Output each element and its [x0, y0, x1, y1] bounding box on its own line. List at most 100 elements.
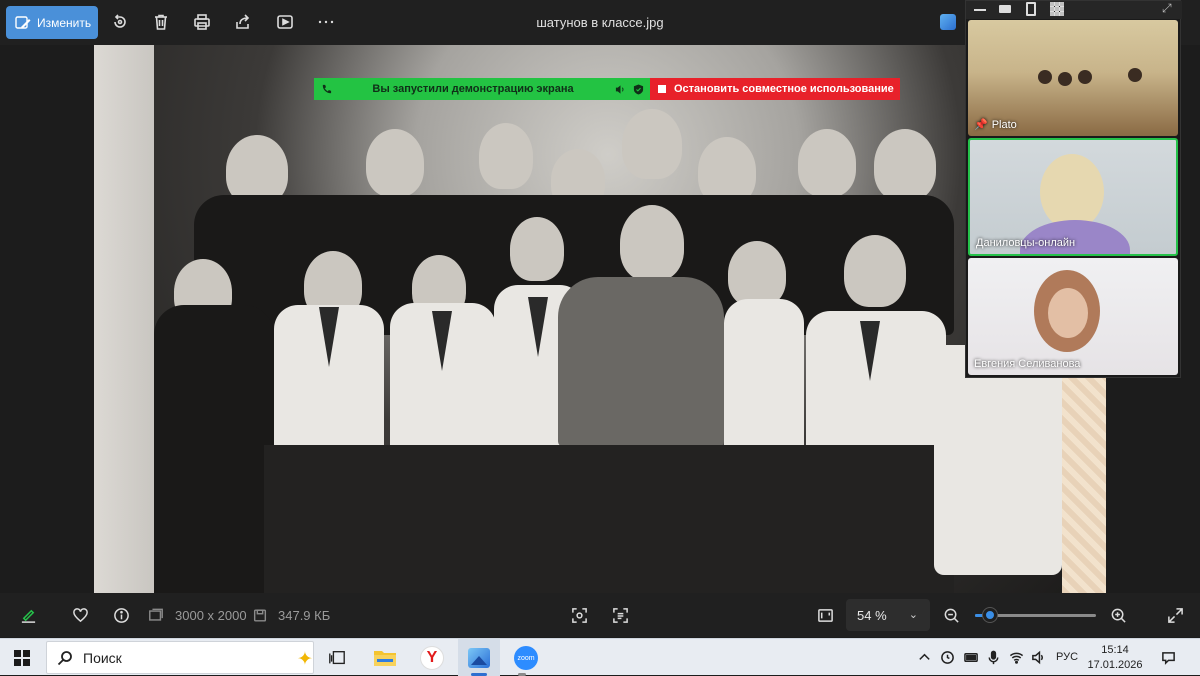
windows-start-icon[interactable]: [14, 650, 30, 666]
zoom-panel-toolbar: ⤢: [966, 1, 1182, 19]
participant-name-danilovtsy: Даниловцы-онлайн: [976, 237, 1076, 249]
photos-taskbar-icon[interactable]: [464, 643, 494, 673]
photo-content: [154, 45, 1062, 593]
speaker-view-icon[interactable]: [1026, 2, 1036, 16]
phone-icon: [320, 83, 332, 95]
visual-search-icon[interactable]: [569, 605, 589, 625]
photos-app-icon[interactable]: [940, 14, 956, 30]
screen-share-banner: Вы запустили демонстрацию экрана Останов…: [314, 78, 900, 100]
participant-figure: [1128, 68, 1142, 82]
text-recognition-icon[interactable]: [610, 605, 630, 625]
participant-name-evgenia: Евгения Селиванова: [974, 358, 1081, 370]
student-figure: [844, 235, 906, 307]
student-figure: [798, 129, 856, 197]
clock-date: 17.01.2026: [1087, 659, 1143, 671]
student-figure: [366, 129, 424, 197]
zoom-slider[interactable]: [975, 608, 1096, 622]
participant-tile[interactable]: 📌 Plato: [968, 20, 1178, 136]
pioneer-tie: [860, 321, 880, 381]
gallery-view-icon[interactable]: [1050, 2, 1064, 16]
zoom-out-icon[interactable]: [941, 605, 961, 625]
teacher-figure: [620, 205, 684, 281]
battery-icon[interactable]: [963, 649, 979, 665]
zoom-app-label: zoom: [514, 646, 538, 670]
share-icon[interactable]: [233, 12, 253, 32]
participant-name-plato: 📌 Plato: [974, 118, 1017, 132]
clock-time: 15:14: [1101, 644, 1129, 656]
shirt: [724, 299, 804, 469]
zoom-taskbar-icon[interactable]: zoom: [511, 643, 541, 673]
student-dark-uniform: [154, 305, 274, 593]
taskbar-search-box[interactable]: Поиск ✦: [46, 641, 314, 674]
participant-tile-active[interactable]: Даниловцы-онлайн: [968, 138, 1178, 256]
participant-face: [1048, 288, 1088, 338]
delete-icon[interactable]: [151, 12, 171, 32]
info-icon[interactable]: [111, 605, 131, 625]
minimize-icon[interactable]: [974, 9, 986, 11]
pioneer-tie: [528, 297, 548, 357]
input-language[interactable]: РУС: [1056, 651, 1078, 663]
fullscreen-icon[interactable]: [1165, 605, 1185, 625]
file-size-icon: [252, 605, 268, 625]
edit-button-label: Изменить: [37, 15, 92, 30]
edit-pen-icon[interactable]: [18, 605, 38, 625]
side-figure: [934, 345, 1062, 575]
sharing-status[interactable]: Вы запустили демонстрацию экрана: [314, 78, 650, 100]
participant-tile[interactable]: Евгения Селиванова: [968, 258, 1178, 375]
fit-to-window-icon[interactable]: [815, 605, 835, 625]
participant-figure: [1038, 70, 1052, 84]
edit-image-icon: [15, 15, 31, 29]
slideshow-icon[interactable]: [275, 12, 295, 32]
zoom-video-panel: ⤢ 📌 Plato Даниловцы-онлайн Евгения Селив…: [965, 0, 1182, 378]
more-options-icon[interactable]: [316, 12, 336, 32]
student-figure: [622, 109, 682, 179]
participant-figure: [1040, 154, 1104, 230]
pioneer-tie: [319, 307, 339, 367]
file-explorer-icon[interactable]: [370, 643, 400, 673]
class-photo[interactable]: [94, 45, 1106, 593]
stop-share-label: Остановить совместное использование: [674, 83, 894, 95]
favorite-icon[interactable]: [70, 605, 90, 625]
copilot-sparkle-icon: ✦: [297, 649, 313, 670]
edit-button[interactable]: Изменить: [6, 6, 98, 39]
participant-figure: [1078, 70, 1092, 84]
participant-figure: [1058, 72, 1072, 86]
pin-icon: 📌: [974, 119, 988, 131]
file-size: 347.9 КБ: [278, 608, 331, 623]
file-title: шатунов в классе.jpg: [536, 15, 664, 30]
search-icon: [57, 650, 72, 665]
student-figure: [510, 217, 564, 281]
image-resolution: 3000 x 2000: [175, 608, 247, 623]
volume-icon[interactable]: [1030, 649, 1046, 665]
stop-icon: [658, 85, 666, 93]
chevron-down-icon: ⌄: [908, 609, 918, 621]
front-row-lap: [264, 445, 954, 593]
system-clock[interactable]: 15:14 17.01.2026: [1086, 643, 1144, 673]
windows-taskbar: Поиск ✦ Y zoom РУС 15:14 17.01.2026: [0, 638, 1200, 676]
hide-video-icon[interactable]: [999, 5, 1011, 13]
sharing-message: Вы запустили демонстрацию экрана: [372, 83, 574, 95]
zoom-slider-thumb[interactable]: [982, 608, 997, 622]
print-icon[interactable]: [192, 12, 212, 32]
notifications-icon[interactable]: [1160, 649, 1176, 665]
student-figure: [728, 241, 786, 307]
yandex-browser-icon[interactable]: Y: [417, 643, 447, 673]
resolution-icon: [148, 605, 164, 625]
rotate-icon[interactable]: [110, 12, 130, 32]
zoom-level-dropdown[interactable]: 54 % ⌄: [846, 599, 930, 631]
microphone-icon[interactable]: [985, 649, 1001, 665]
search-placeholder: Поиск: [83, 649, 122, 666]
pioneer-tie: [432, 311, 452, 371]
task-view-icon[interactable]: [322, 643, 352, 673]
onedrive-status-icon[interactable]: [939, 649, 955, 665]
security-shield-icon[interactable]: [632, 83, 644, 95]
expand-icon[interactable]: ⤢: [1162, 2, 1176, 16]
stop-share-button[interactable]: Остановить совместное использование: [650, 78, 900, 100]
student-figure: [479, 123, 533, 189]
zoom-level-value: 54 %: [857, 607, 887, 623]
chevron-up-icon[interactable]: [916, 649, 932, 665]
student-figure: [874, 129, 936, 201]
zoom-in-icon[interactable]: [1108, 605, 1128, 625]
wifi-icon[interactable]: [1008, 649, 1024, 665]
audio-icon[interactable]: [614, 83, 626, 95]
